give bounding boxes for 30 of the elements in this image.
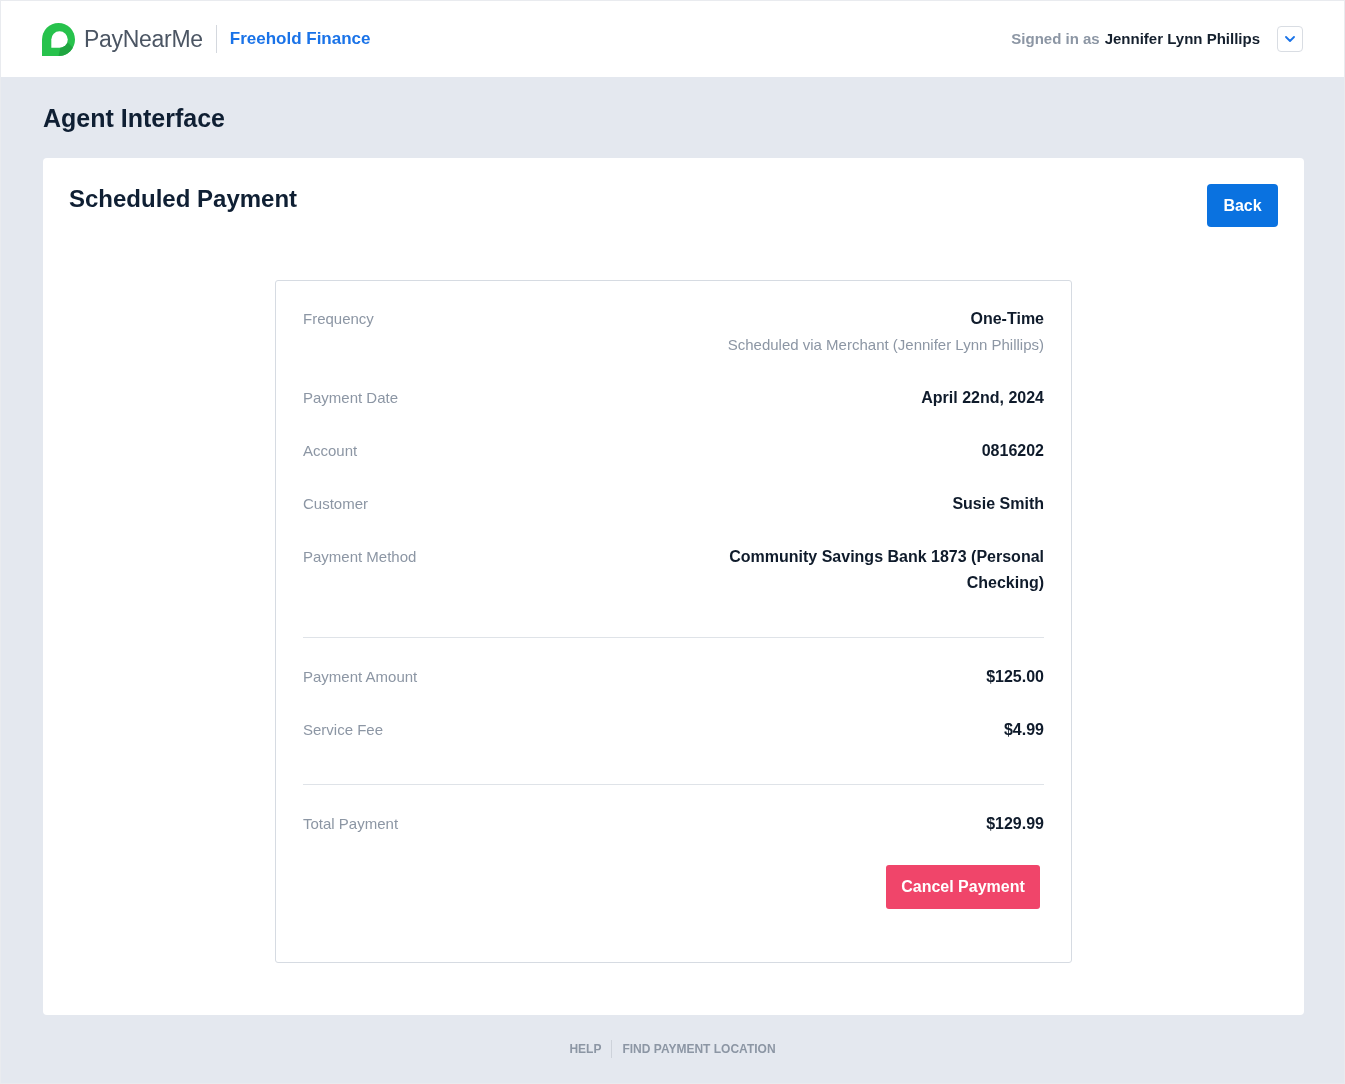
detail-label: Payment Amount (303, 667, 418, 687)
detail-value: $125.00 (986, 667, 1044, 687)
merchant-name: Freehold Finance (229, 28, 371, 51)
detail-value: Susie Smith (952, 494, 1044, 514)
signed-in-label: Signed in as (1011, 28, 1100, 49)
page-title: Agent Interface (43, 103, 225, 133)
footer-link[interactable]: FIND PAYMENT LOCATION (622, 1040, 776, 1058)
cancel-payment-button[interactable]: Cancel Payment (886, 865, 1040, 909)
account-dropdown-button[interactable] (1277, 26, 1303, 52)
logo-wordmark: PayNearMe (84, 24, 203, 54)
detail-label: Total Payment (303, 814, 399, 834)
detail-value: April 22nd, 2024 (921, 388, 1044, 408)
chevron-down-icon (1285, 36, 1295, 42)
detail-label: Frequency (303, 309, 374, 329)
detail-value: $129.99 (986, 814, 1044, 834)
footer-link[interactable]: HELP (569, 1040, 602, 1058)
detail-note: Scheduled via Merchant (Jennifer Lynn Phillips) (727, 335, 1044, 355)
detail-label: Payment Date (303, 388, 399, 408)
detail-label: Service Fee (303, 720, 384, 740)
card-title: Scheduled Payment (69, 184, 298, 214)
user-name: Jennifer Lynn Phillips (1104, 28, 1260, 49)
detail-label: Payment Method (303, 547, 417, 567)
detail-value: Community Savings Bank 1873 (Personal Checking) (728, 547, 1044, 593)
detail-value: $4.99 (1003, 720, 1044, 740)
back-button[interactable]: Back (1207, 184, 1278, 227)
detail-value: One-Time (970, 309, 1044, 329)
detail-label: Customer (303, 494, 369, 514)
detail-label: Account (303, 441, 358, 461)
speech-bubble-logo-icon (42, 22, 75, 56)
detail-value: 0816202 (981, 441, 1044, 461)
